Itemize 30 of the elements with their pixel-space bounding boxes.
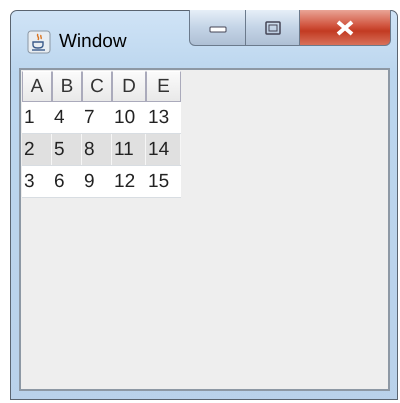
table-cell-text: 10 [113,106,136,130]
table-cell-text: 4 [53,106,66,130]
table-row[interactable]: 2 5 8 11 14 [22,134,181,166]
maximize-icon [264,20,280,34]
table-cell-text: 7 [83,106,96,130]
table-cell: 5 [52,134,82,165]
table-row[interactable]: 3 6 9 12 15 [22,166,181,198]
table-cell: 14 [146,134,181,165]
table-cell-text: 9 [83,170,96,194]
table-cell-text: 3 [23,170,36,194]
close-button[interactable] [300,10,391,46]
close-icon [334,20,356,36]
table-cell: 8 [82,134,112,165]
table-cell-text: 12 [113,170,136,194]
maximize-button[interactable] [246,10,300,46]
table-cell: 2 [22,134,52,165]
table-cell-text: 1 [23,106,36,130]
column-header[interactable]: B [52,71,82,102]
column-header[interactable]: A [22,71,52,102]
table-cell-text: 6 [53,170,66,194]
table-cell-text: 15 [147,170,170,194]
column-header[interactable]: D [112,71,146,102]
table-cell: 11 [112,134,146,165]
table-row[interactable]: 1 4 7 10 13 [22,102,181,134]
column-header[interactable]: C [82,71,112,102]
column-header[interactable]: E [146,71,181,102]
window-title: Window [59,31,127,53]
table-cell-text: 13 [147,106,170,130]
minimize-button[interactable] [189,10,246,46]
coffee-cup-icon [27,30,51,54]
